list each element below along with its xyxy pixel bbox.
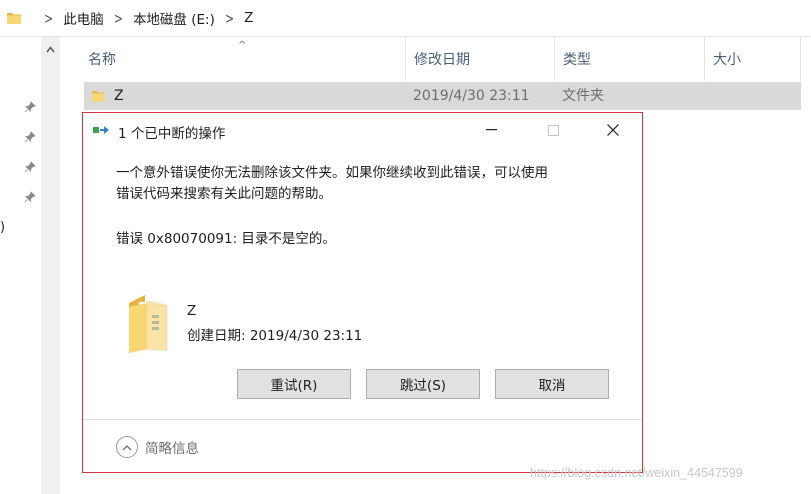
file-operation-icon — [93, 126, 109, 134]
chevron-up-icon — [116, 436, 138, 458]
maximize-button[interactable] — [533, 117, 573, 143]
less-info-label: 简略信息 — [145, 441, 199, 457]
dialog-title: 1 个已中断的操作 — [118, 126, 226, 142]
chevron-right-icon[interactable]: > — [44, 9, 53, 27]
chevron-right-icon[interactable]: > — [114, 9, 123, 27]
address-bar[interactable]: > 此电脑 > 本地磁盘 (E:) > Z — [0, 0, 811, 37]
column-name[interactable]: 名称 — [80, 37, 406, 81]
scroll-up-arrow-icon[interactable] — [46, 45, 55, 54]
item-created-date: 创建日期: 2019/4/30 23:11 — [187, 328, 363, 344]
pin-icon[interactable] — [24, 161, 36, 173]
nav-item-truncated: ) — [0, 220, 6, 235]
retry-button[interactable]: 重试(R) — [237, 369, 351, 399]
chevron-right-icon[interactable]: > — [225, 9, 234, 27]
skip-button[interactable]: 跳过(S) — [366, 369, 480, 399]
file-name: Z — [114, 88, 124, 104]
navigation-pane — [0, 37, 40, 494]
file-row[interactable]: Z 2019/4/30 23:11 文件夹 — [84, 82, 801, 110]
breadcrumb-drive-e[interactable]: 本地磁盘 (E:) — [133, 8, 215, 28]
pin-icon[interactable] — [24, 191, 36, 203]
column-type[interactable]: 类型 — [555, 37, 705, 81]
minimize-button[interactable] — [471, 117, 511, 143]
folder-icon — [92, 91, 104, 102]
breadcrumb-folder-z[interactable]: Z — [244, 10, 253, 26]
folder-with-documents-icon — [129, 295, 168, 353]
column-size[interactable]: 大小 — [705, 37, 801, 81]
file-modified: 2019/4/30 23:11 — [413, 88, 530, 104]
column-modified[interactable]: 修改日期 — [406, 37, 555, 81]
pin-icon[interactable] — [24, 101, 36, 113]
breadcrumb-this-pc[interactable]: 此电脑 — [63, 8, 104, 28]
maximize-icon — [547, 124, 559, 136]
less-info-toggle[interactable]: 简略信息 — [116, 436, 199, 458]
close-icon — [607, 124, 619, 136]
dialog-titlebar[interactable]: 1 个已中断的操作 — [83, 113, 642, 147]
cancel-button[interactable]: 取消 — [495, 369, 609, 399]
column-header: ^ 名称 修改日期 类型 大小 — [60, 37, 811, 81]
pin-icon[interactable] — [24, 131, 36, 143]
scrollbar[interactable] — [41, 37, 60, 494]
file-type: 文件夹 — [562, 88, 604, 104]
folder-icon — [7, 13, 21, 24]
item-name: Z — [187, 303, 197, 319]
dialog-message: 一个意外错误使你无法删除该文件夹。如果你继续收到此错误，可以使用 错误代码来搜索… — [116, 165, 548, 202]
interrupted-action-dialog: 1 个已中断的操作 一个意外错误使你无法删除该文件夹。如果你继续收到此错误，可以… — [82, 112, 643, 473]
close-button[interactable] — [593, 117, 633, 143]
minimize-icon — [485, 129, 497, 131]
breadcrumb: > 此电脑 > 本地磁盘 (E:) > Z — [34, 8, 253, 28]
divider — [83, 419, 642, 420]
watermark: https://blog.csdn.net/weixin_44547599 — [530, 466, 743, 480]
error-code: 错误 0x80070091: 目录不是空的。 — [116, 231, 336, 247]
